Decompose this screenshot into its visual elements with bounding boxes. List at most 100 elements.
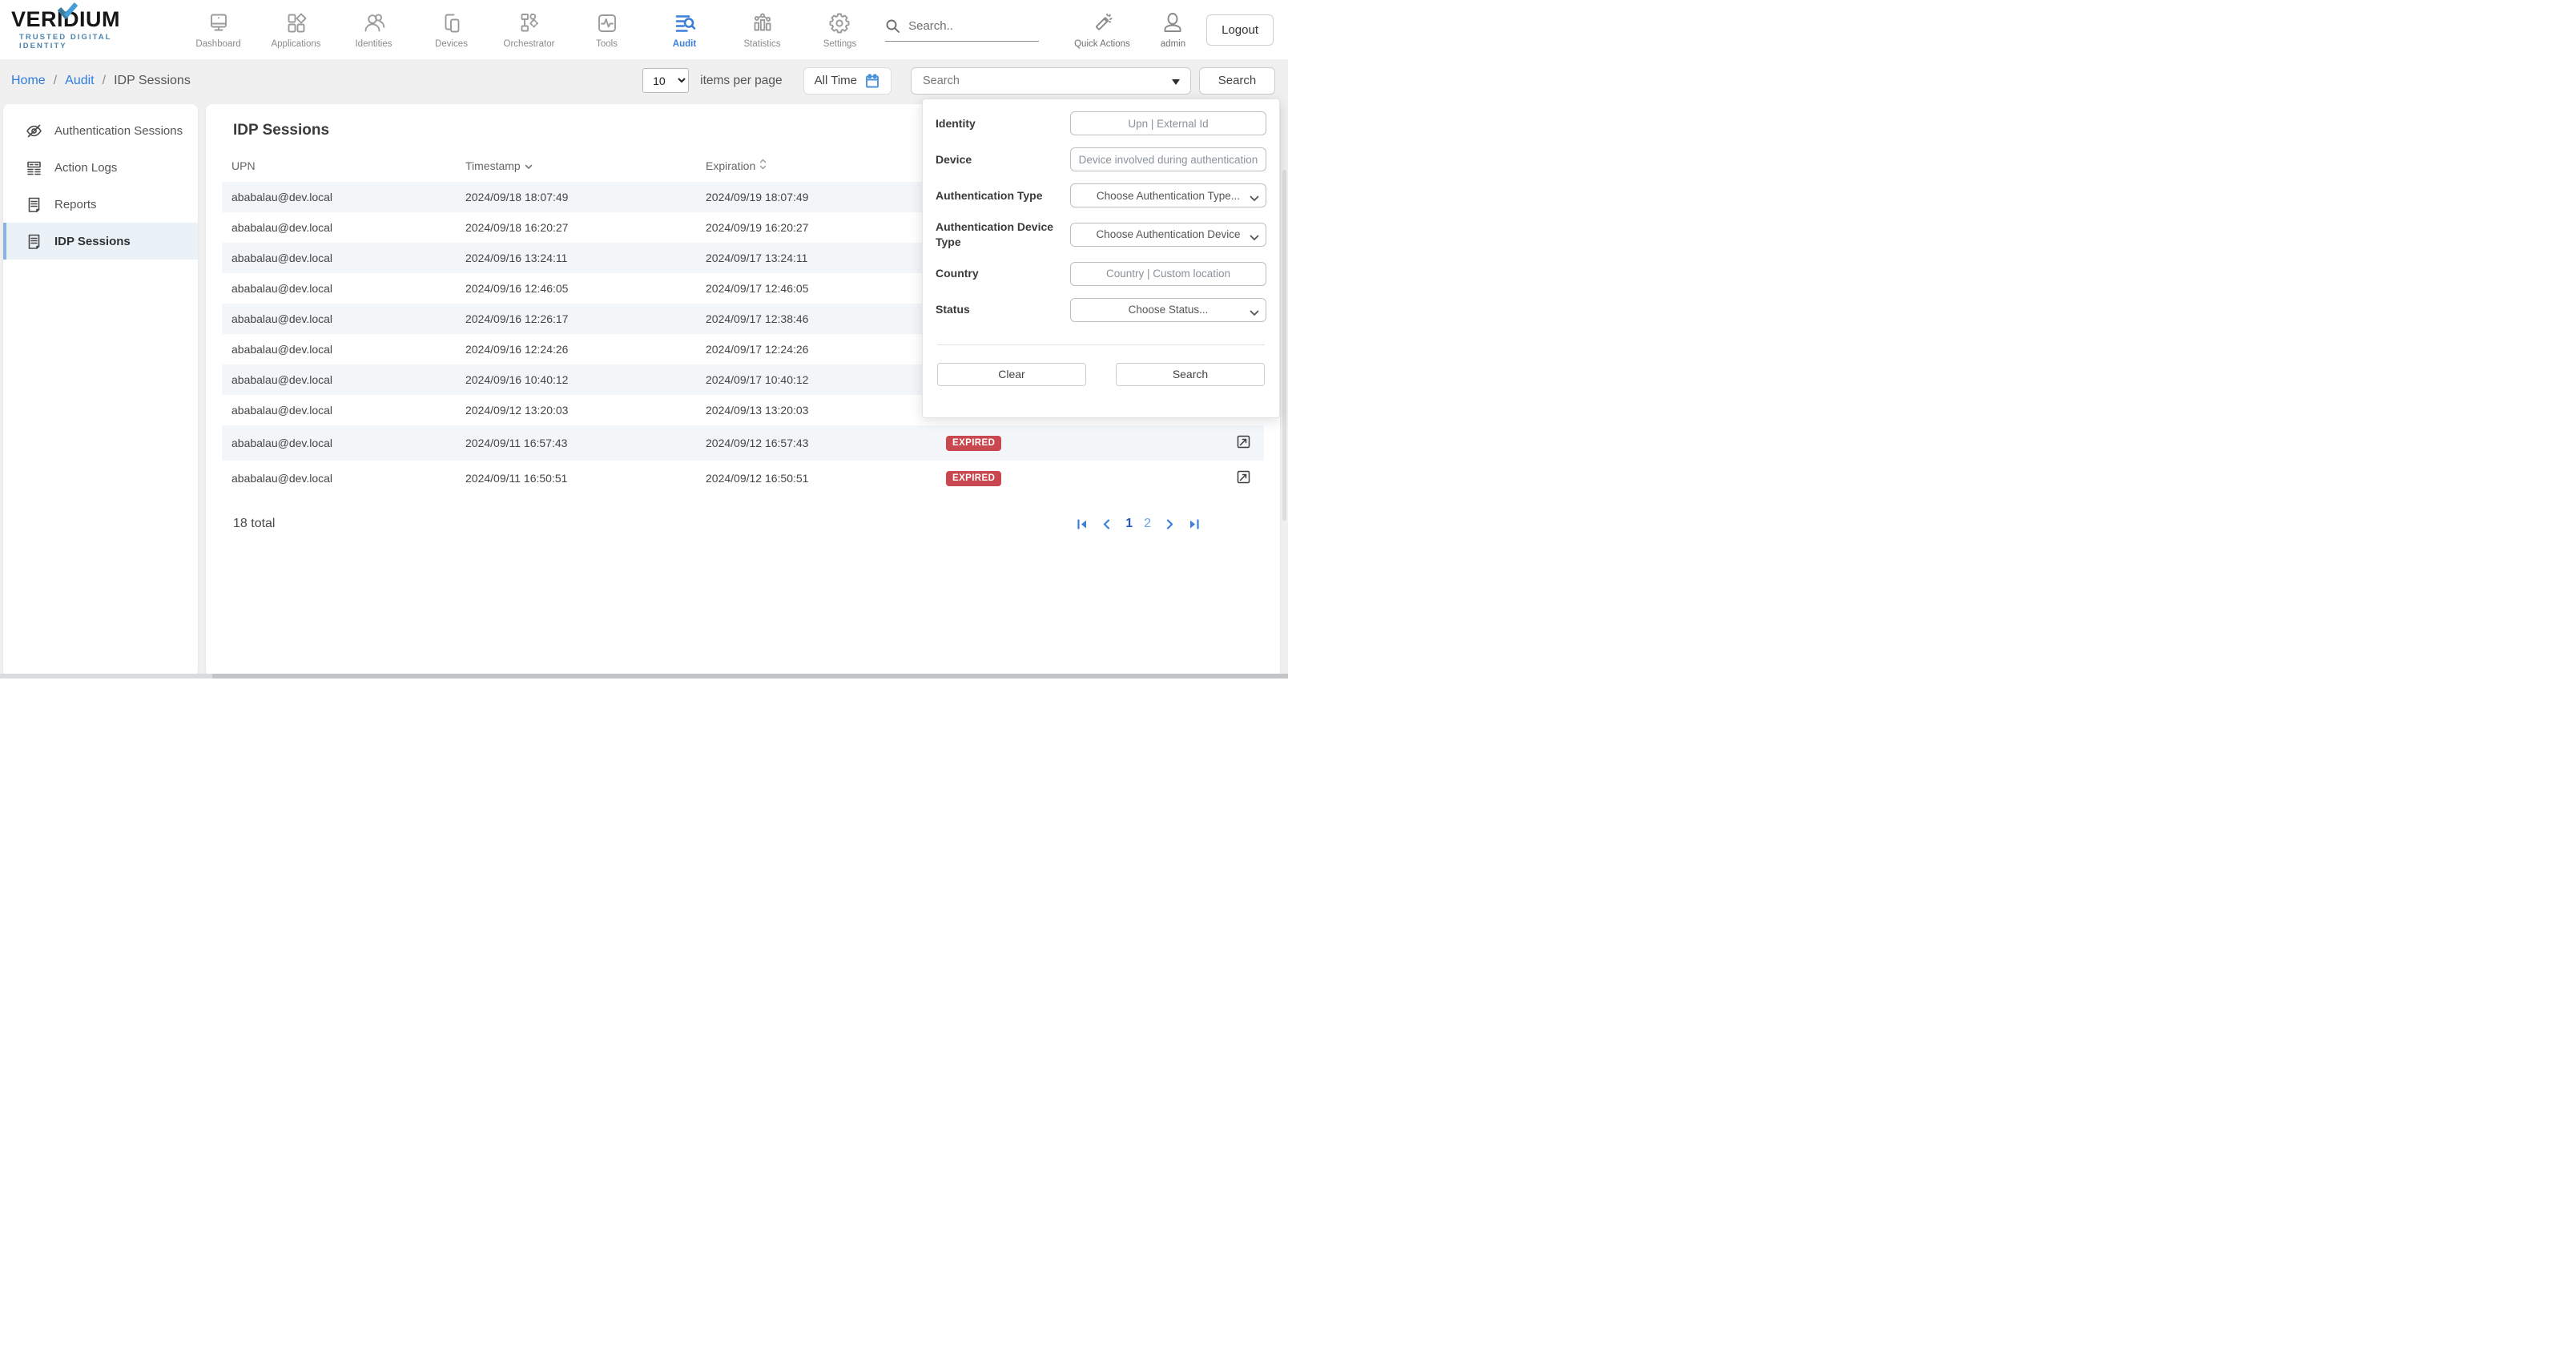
- prev-page-button[interactable]: [1103, 519, 1110, 530]
- sidebar-item-idp-sessions[interactable]: IDP Sessions: [3, 223, 198, 260]
- filter-field-label: Authentication Type: [936, 188, 1070, 203]
- breadcrumb-separator: /: [54, 74, 57, 88]
- chevron-down-icon: [1250, 306, 1259, 320]
- cell-expiration: 2024/09/12 16:57:43: [696, 425, 936, 461]
- quick-actions-label: Quick Actions: [1074, 39, 1130, 49]
- audit-sidebar: Authentication Sessions Action Logs Repo…: [3, 104, 198, 677]
- filter-divider: [937, 344, 1265, 345]
- breadcrumb-home[interactable]: Home: [11, 74, 46, 88]
- open-session-icon[interactable]: [1236, 469, 1251, 485]
- filter-field-label: Status: [936, 302, 1070, 317]
- applications-icon: [284, 11, 308, 35]
- nav-item-settings[interactable]: Settings: [801, 11, 879, 49]
- top-search: [885, 18, 1039, 42]
- open-session-icon[interactable]: [1236, 434, 1251, 449]
- dashboard-icon: [207, 11, 231, 35]
- chevron-down-icon: [1250, 231, 1259, 245]
- time-filter-button[interactable]: All Time: [803, 67, 892, 95]
- filter-field-row: Status Choose Status...: [936, 298, 1266, 322]
- cell-expiration: 2024/09/17 10:40:12: [696, 364, 936, 395]
- time-filter-label: All Time: [815, 74, 857, 87]
- nav-item-dashboard[interactable]: Dashboard: [179, 11, 257, 49]
- page-number-2[interactable]: 2: [1144, 517, 1151, 531]
- cell-expiration: 2024/09/17 13:24:11: [696, 243, 936, 273]
- column-header-expiration[interactable]: Expiration: [696, 152, 936, 182]
- nav-item-audit[interactable]: Audit: [646, 11, 723, 49]
- statistics-icon: [751, 11, 775, 35]
- filter-field-row: Authentication Device Type Choose Authen…: [936, 219, 1266, 250]
- filter-input-country[interactable]: [1070, 262, 1266, 286]
- filter-input-device[interactable]: [1070, 147, 1266, 171]
- cell-upn: ababalau@dev.local: [222, 243, 456, 273]
- cell-timestamp: 2024/09/16 12:46:05: [456, 273, 696, 304]
- cell-timestamp: 2024/09/18 18:07:49: [456, 182, 696, 212]
- cell-upn: ababalau@dev.local: [222, 273, 456, 304]
- column-header-upn: UPN: [222, 152, 456, 182]
- cell-upn: ababalau@dev.local: [222, 364, 456, 395]
- app-window: VERIDIUM TRUSTED DIGITAL IDENTITY Dashbo…: [0, 0, 1288, 678]
- sidebar-item-authentication-sessions[interactable]: Authentication Sessions: [3, 112, 198, 149]
- sort-both-icon: [759, 159, 767, 172]
- logout-button[interactable]: Logout: [1206, 14, 1274, 46]
- vertical-scrollbar-thumb[interactable]: [1282, 170, 1286, 521]
- horizontal-scrollbar-thumb[interactable]: [212, 674, 1288, 678]
- filter-field-row: Device: [936, 147, 1266, 171]
- table-row[interactable]: ababalau@dev.local 2024/09/11 16:50:51 2…: [222, 461, 1264, 496]
- cell-timestamp: 2024/09/16 10:40:12: [456, 364, 696, 395]
- search-combobox: [911, 67, 1191, 95]
- user-menu[interactable]: admin: [1161, 11, 1185, 49]
- breadcrumb-idp-sessions: IDP Sessions: [114, 74, 191, 88]
- list-search-input[interactable]: [912, 68, 1190, 94]
- nav-item-applications[interactable]: Applications: [257, 11, 335, 49]
- user-label: admin: [1161, 39, 1185, 49]
- cell-status: EXPIRED: [936, 425, 1191, 461]
- cell-upn: ababalau@dev.local: [222, 395, 456, 425]
- search-icon: [885, 18, 900, 34]
- nav-item-tools[interactable]: Tools: [568, 11, 646, 49]
- nav-item-statistics[interactable]: Statistics: [723, 11, 801, 49]
- cell-actions: [1191, 425, 1264, 461]
- eye-off-icon: [26, 123, 42, 139]
- filter-search-button[interactable]: Search: [1116, 363, 1265, 386]
- status-badge: EXPIRED: [946, 436, 1001, 451]
- filter-select-authentication-device-type[interactable]: Choose Authentication Device: [1070, 223, 1266, 247]
- filter-field-label: Country: [936, 266, 1070, 281]
- report-icon: [26, 196, 42, 213]
- filter-input-identity[interactable]: [1070, 111, 1266, 135]
- sub-header: Home/Audit/IDP Sessions 10 items per pag…: [0, 59, 1288, 102]
- total-count: 18 total: [233, 517, 275, 531]
- cell-timestamp: 2024/09/16 13:24:11: [456, 243, 696, 273]
- nav-item-identities[interactable]: Identities: [335, 11, 413, 49]
- sidebar-item-reports[interactable]: Reports: [3, 186, 198, 223]
- logo-check-icon: [57, 2, 78, 19]
- top-search-input[interactable]: [908, 19, 1012, 33]
- items-per-page-select[interactable]: 10: [642, 68, 689, 93]
- cell-upn: ababalau@dev.local: [222, 304, 456, 334]
- cell-upn: ababalau@dev.local: [222, 334, 456, 364]
- filter-select-status[interactable]: Choose Status...: [1070, 298, 1266, 322]
- sort-desc-icon: [525, 159, 533, 172]
- veridium-logo: VERIDIUM TRUSTED DIGITAL IDENTITY: [11, 9, 160, 50]
- nav-item-devices[interactable]: Devices: [413, 11, 490, 49]
- combo-dropdown-icon[interactable]: [1172, 79, 1180, 85]
- nav-item-orchestrator[interactable]: Orchestrator: [490, 11, 568, 49]
- next-page-button[interactable]: [1166, 519, 1173, 530]
- filter-select-authentication-type[interactable]: Choose Authentication Type...: [1070, 183, 1266, 207]
- audit-icon: [673, 11, 697, 35]
- filter-panel: Identity Device Authentication Type Choo…: [922, 99, 1280, 418]
- quick-actions-button[interactable]: Quick Actions: [1074, 11, 1130, 49]
- page-numbers: 12: [1125, 517, 1151, 531]
- filter-clear-button[interactable]: Clear: [937, 363, 1086, 386]
- orchestrator-icon: [517, 11, 541, 35]
- cell-expiration: 2024/09/17 12:46:05: [696, 273, 936, 304]
- first-page-button[interactable]: [1077, 519, 1088, 530]
- logo-title: VERIDIUM: [11, 9, 160, 30]
- last-page-button[interactable]: [1189, 519, 1200, 530]
- items-per-page-label: items per page: [700, 74, 783, 88]
- sidebar-item-action-logs[interactable]: Action Logs: [3, 149, 198, 186]
- breadcrumb-audit[interactable]: Audit: [65, 74, 94, 88]
- page-number-1[interactable]: 1: [1125, 517, 1133, 531]
- list-search-button[interactable]: Search: [1199, 67, 1275, 95]
- table-row[interactable]: ababalau@dev.local 2024/09/11 16:57:43 2…: [222, 425, 1264, 461]
- column-header-timestamp[interactable]: Timestamp: [456, 152, 696, 182]
